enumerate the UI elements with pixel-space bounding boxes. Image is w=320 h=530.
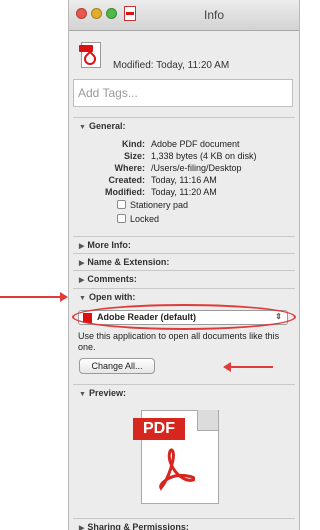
disclosure-triangle-open-icon[interactable]: ▼ [79, 391, 86, 398]
tags-field[interactable]: Add Tags... [73, 79, 293, 107]
disclosure-triangle-closed-icon[interactable]: ▶ [79, 277, 84, 284]
disclosure-triangle-open-icon[interactable]: ▼ [79, 295, 86, 302]
section-more-info[interactable]: ▶ More Info: [73, 236, 295, 253]
annotation-arrow-change-all [223, 362, 273, 372]
open-with-hint: Use this application to open all documen… [78, 331, 280, 352]
general-row-modified: Modified: Today, 11:20 AM [105, 187, 217, 197]
title-bar[interactable]: Info [69, 0, 299, 31]
modified-summary: Modified: Today, 11:20 AM [113, 60, 230, 71]
acrobat-logo-icon [159, 448, 195, 491]
section-comments[interactable]: ▶ Comments: [73, 270, 295, 287]
change-all-button[interactable]: Change All... [79, 358, 155, 374]
pdf-badge: PDF [133, 418, 185, 440]
pdf-document-icon [79, 42, 103, 70]
pdf-preview-icon: PDF [131, 410, 231, 510]
disclosure-triangle-open-icon[interactable]: ▼ [79, 124, 86, 131]
general-row-kind: Kind: Adobe PDF document [122, 139, 240, 149]
section-open-with[interactable]: ▼ Open with: [73, 288, 295, 305]
general-row-size: Size: 1,338 bytes (4 KB on disk) [123, 151, 257, 161]
window-title: Info [203, 8, 224, 22]
annotation-arrow-open-with [0, 292, 68, 302]
file-header: Modified: Today, 11:20 AM [69, 31, 299, 79]
annotation-circle [72, 304, 296, 330]
disclosure-triangle-closed-icon[interactable]: ▶ [79, 260, 84, 267]
info-window: Info Modified: Today, 11:20 AM Add Tags.… [68, 0, 300, 530]
section-preview[interactable]: ▼ Preview: [73, 384, 295, 401]
section-name-extension[interactable]: ▶ Name & Extension: [73, 253, 295, 270]
section-general: ▼ General: [73, 117, 295, 134]
section-sharing-permissions[interactable]: ▶ Sharing & Permissions: [73, 518, 295, 530]
general-row-where: Where:/Users/e-filing/Desktop [114, 163, 242, 173]
locked-checkbox[interactable]: Locked [117, 214, 159, 224]
disclosure-triangle-closed-icon[interactable]: ▶ [79, 525, 84, 530]
disclosure-triangle-closed-icon[interactable]: ▶ [79, 243, 84, 250]
section-general-header[interactable]: ▼ General: [73, 117, 295, 134]
stationery-pad-checkbox[interactable]: Stationery pad [117, 200, 188, 210]
general-row-created: Created: Today, 11:16 AM [108, 175, 217, 185]
